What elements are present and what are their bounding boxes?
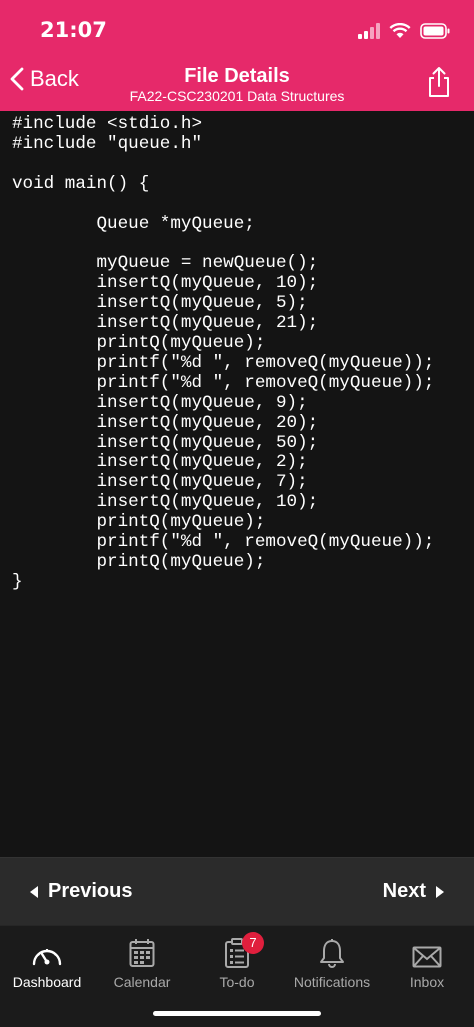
code-line: printQ(myQueue); xyxy=(12,512,266,533)
triangle-left-icon xyxy=(30,885,38,898)
wifi-icon xyxy=(389,23,411,38)
tab-label: Inbox xyxy=(409,974,445,990)
code-viewer: #include <stdio.h> #include "queue.h" voi… xyxy=(12,114,474,593)
page-title: File Details xyxy=(184,65,290,87)
code-line: insertQ(myQueue, 2); xyxy=(12,452,308,473)
code-line: insertQ(myQueue, 20); xyxy=(12,412,319,433)
status-icons xyxy=(358,20,450,42)
pager-bar: Previous Next xyxy=(0,857,474,926)
share-button[interactable] xyxy=(426,66,452,103)
code-line: insertQ(myQueue, 21); xyxy=(12,313,319,334)
code-line: Queue *myQueue; xyxy=(12,213,255,234)
calendar-icon xyxy=(129,939,155,967)
code-line: } xyxy=(12,571,23,592)
tab-dashboard[interactable]: Dashboard xyxy=(0,934,94,996)
code-line: void main() { xyxy=(12,173,150,194)
tab-inbox[interactable]: Inbox xyxy=(380,934,474,996)
code-line: printf("%d ", removeQ(myQueue)); xyxy=(12,352,435,373)
code-line: printf("%d ", removeQ(myQueue)); xyxy=(12,532,435,553)
previous-label: Previous xyxy=(48,880,133,902)
battery-icon xyxy=(420,23,450,39)
bell-icon xyxy=(320,939,344,968)
code-line: insertQ(myQueue, 10); xyxy=(12,273,319,294)
code-line: insertQ(myQueue, 9); xyxy=(12,392,308,413)
app-header: 21:07 Back File Details FA22-CSC230201 D… xyxy=(0,0,474,111)
next-label: Next xyxy=(382,880,426,902)
tab-notifications[interactable]: Notifications xyxy=(285,934,379,996)
tab-label: Notifications xyxy=(293,974,371,990)
header-titles: File Details FA22-CSC230201 Data Structu… xyxy=(80,64,394,105)
tab-calendar[interactable]: Calendar xyxy=(95,934,189,996)
cellular-signal-icon xyxy=(358,23,380,39)
code-line: printQ(myQueue); xyxy=(12,332,266,353)
chevron-left-icon xyxy=(10,67,24,91)
code-line: printQ(myQueue); xyxy=(12,551,266,572)
share-icon xyxy=(429,67,449,97)
code-line: insertQ(myQueue, 50); xyxy=(12,432,319,453)
code-line: insertQ(myQueue, 7); xyxy=(12,472,308,493)
triangle-right-icon xyxy=(436,885,444,898)
back-label: Back xyxy=(30,66,79,91)
code-line: #include "queue.h" xyxy=(12,133,203,154)
code-line: #include <stdio.h> xyxy=(12,114,203,134)
tab-label: Calendar xyxy=(113,974,171,990)
back-button[interactable]: Back xyxy=(10,66,79,92)
code-line: myQueue = newQueue(); xyxy=(12,253,319,274)
tab-label: Dashboard xyxy=(12,974,82,990)
previous-button[interactable]: Previous xyxy=(30,880,132,903)
next-button[interactable]: Next xyxy=(383,880,444,903)
home-indicator xyxy=(153,1011,321,1016)
envelope-icon xyxy=(412,946,442,968)
code-line: insertQ(myQueue, 5); xyxy=(12,293,308,314)
page-subtitle: FA22-CSC230201 Data Structures xyxy=(129,88,345,104)
dashboard-gauge-icon xyxy=(32,949,62,966)
tab-todo[interactable]: 7 To-do xyxy=(190,932,284,996)
code-line: insertQ(myQueue, 10); xyxy=(12,492,319,513)
code-line: printf("%d ", removeQ(myQueue)); xyxy=(12,372,435,393)
tab-label: To-do xyxy=(219,974,255,990)
todo-count-badge: 7 xyxy=(242,932,264,954)
status-time: 21:07 xyxy=(40,18,107,42)
